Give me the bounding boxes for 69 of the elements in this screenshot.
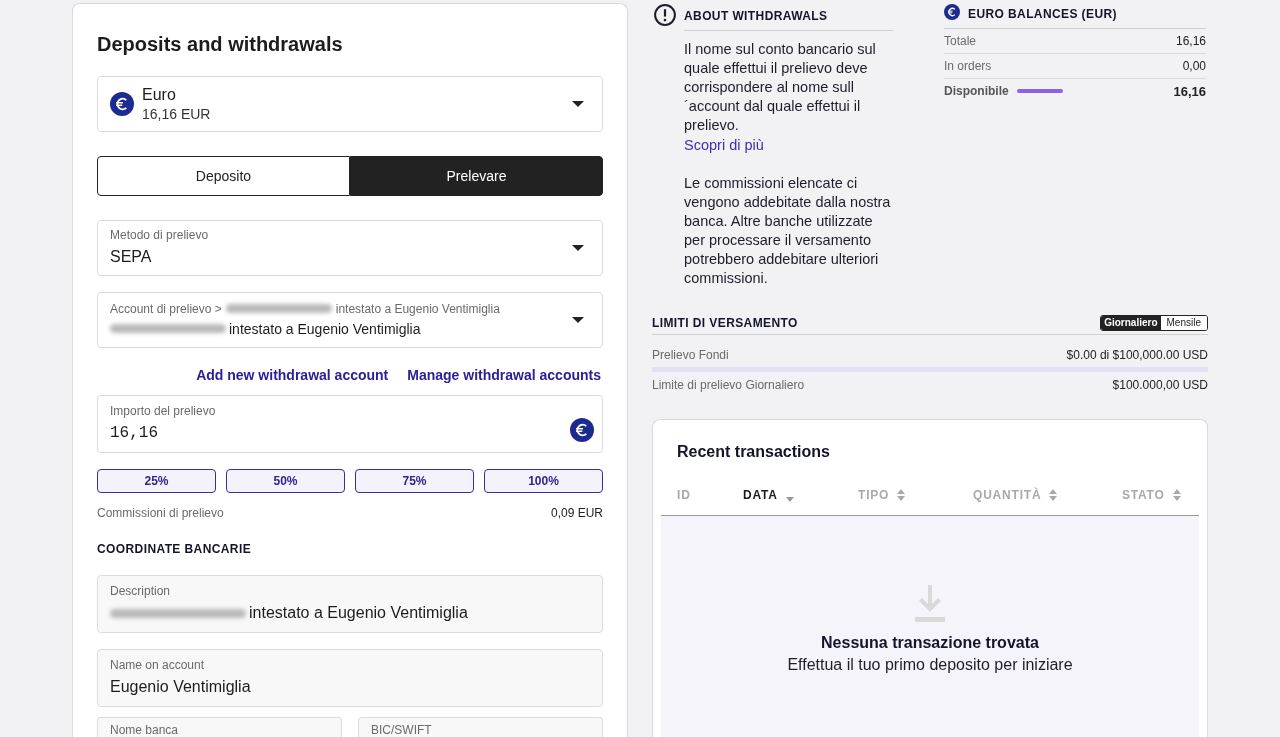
input-field[interactable]: Name on account Eugenio Ventimiglia <box>97 649 603 707</box>
info-paragraph: Le commissioni elencate ci vengono addebitate dalla nostra banca. Altre banche utilizzate per processare il versamento potrebbero addebitare ulteriori commissioni. <box>684 174 892 288</box>
limit-value: $0.00 di $100,000.00 USD <box>1066 347 1208 363</box>
caret-down-icon <box>572 245 584 251</box>
sort-icon <box>1172 489 1181 501</box>
balance-value: 16,16 <box>1175 34 1206 48</box>
card-title: Recent transactions <box>677 442 830 462</box>
balance-label: In orders <box>944 59 992 73</box>
fee-value: 0,09 EUR <box>550 505 603 521</box>
text-link[interactable]: Add new withdrawal account <box>196 366 389 384</box>
currency-balance: 16,16 EUR <box>142 105 211 123</box>
section-title: COORDINATE BANCARIE <box>97 541 252 557</box>
column-header: ID <box>676 487 692 504</box>
limit-value: $100.000,00 USD <box>1112 377 1208 393</box>
column-header[interactable]: DATA <box>727 475 842 515</box>
euro-icon <box>110 92 134 116</box>
balance-label: Disponibile <box>944 84 1009 98</box>
percent-button[interactable]: 100% <box>484 469 603 493</box>
input-field[interactable]: Nome banca <box>97 717 342 737</box>
euro-icon <box>944 4 960 20</box>
field-value: 16,16 <box>110 423 158 444</box>
dropdown-select[interactable]: Metodo di prelievo SEPA <box>97 220 603 276</box>
limit-label: Prelievo Fondi <box>652 347 729 363</box>
input-field[interactable]: Description intestato a Eugenio Ventimiglia <box>97 575 603 633</box>
field-label: Importo del prelievo <box>110 404 216 418</box>
euro-icon <box>570 418 594 442</box>
text-link[interactable]: Scopri di più <box>684 137 764 153</box>
text-link[interactable]: Manage withdrawal accounts <box>407 366 601 384</box>
currency-name: Euro <box>142 85 176 105</box>
percent-button[interactable]: 75% <box>355 469 474 493</box>
field-label: intestato a Eugenio Ventimiglia <box>335 301 500 316</box>
field-value: intestato a Eugenio Ventimiglia <box>249 603 468 623</box>
fee-label: Commissioni di prelievo <box>97 505 224 521</box>
caret-down-icon <box>572 101 584 107</box>
sort-icon <box>1049 489 1058 501</box>
limit-label: Limite di prelievo Giornaliero <box>652 377 805 393</box>
field-label: Description <box>110 584 171 598</box>
field-label: Account di prelievo > <box>110 301 222 316</box>
dropdown-select[interactable]: Account di prelievo > intestato a Eugenio Ventimiglia intestato a Eugenio Ventimiglia <box>97 292 603 348</box>
balance-value: 16,16 <box>1173 83 1206 99</box>
percent-button[interactable]: 25% <box>97 469 216 493</box>
currency-select[interactable]: Euro 16,16 EUR <box>97 76 603 132</box>
select-value: intestato a Eugenio Ventimiglia <box>229 319 421 339</box>
tab[interactable]: Deposito <box>97 156 350 196</box>
section-title: ABOUT WITHDRAWALS <box>684 9 828 23</box>
section-title: LIMITI DI VERSAMENTO <box>652 315 798 331</box>
field-value: Eugenio Ventimiglia <box>110 677 251 697</box>
section-title: EURO BALANCES (EUR) <box>968 6 1117 22</box>
period-option[interactable]: Giornaliero <box>1101 316 1161 330</box>
caret-down-icon <box>572 317 584 323</box>
empty-title: Nessuna transazione trovata <box>821 633 1039 653</box>
warning-icon <box>654 4 676 26</box>
empty-text: Effettua il tuo primo deposito per iniziare <box>787 655 1073 675</box>
download-icon <box>915 585 945 622</box>
tab[interactable]: Prelevare <box>350 156 603 196</box>
percent-button[interactable]: 50% <box>226 469 345 493</box>
card-title: Deposits and withdrawals <box>97 32 343 56</box>
input-field[interactable]: BIC/SWIFT <box>358 717 603 737</box>
field-label: Metodo di prelievo <box>110 228 209 242</box>
info-paragraph: Il nome sul conto bancario sul quale effettui il prelievo deve corrispondere al nome sull´account dal quale effettui il prelievo. <box>684 40 877 135</box>
balance-label: Totale <box>944 34 977 48</box>
balance-value: 0,00 <box>1182 59 1206 73</box>
select-value: SEPA <box>110 247 152 267</box>
sort-down-icon <box>785 496 794 502</box>
field-label: Name on account <box>110 658 205 672</box>
field-label: Nome banca <box>110 723 179 737</box>
field-label: BIC/SWIFT <box>371 723 432 737</box>
sort-icon <box>897 489 906 501</box>
amount-field[interactable]: Importo del prelievo 16,16 <box>97 395 603 453</box>
